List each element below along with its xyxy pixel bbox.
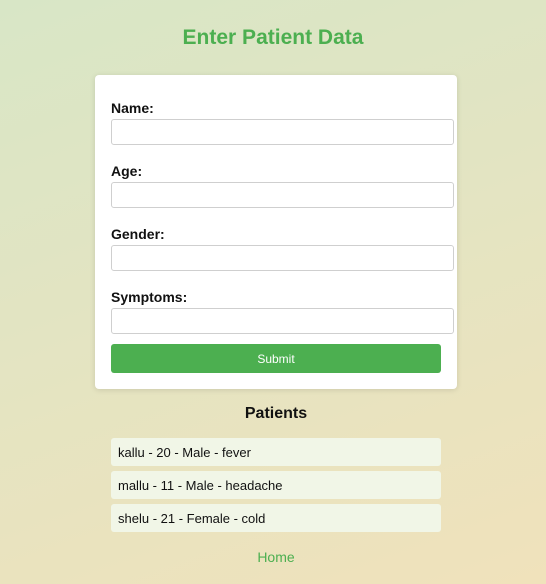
patient-list: kallu - 20 - Male - fever mallu - 11 - M… [111,438,441,537]
name-input[interactable] [111,119,454,145]
home-link[interactable]: Home [0,549,546,565]
patient-list-item: kallu - 20 - Male - fever [111,438,441,466]
page-title: Enter Patient Data [182,26,364,49]
symptoms-label: Symptoms: [111,289,188,305]
patient-list-item: shelu - 21 - Female - cold [111,504,441,532]
name-label: Name: [111,100,154,116]
patients-heading: Patients [244,405,308,422]
gender-label: Gender: [111,226,165,242]
age-input[interactable] [111,182,454,208]
gender-input[interactable] [111,245,454,271]
submit-button[interactable]: Submit [111,344,441,373]
symptoms-input[interactable] [111,308,454,334]
age-label: Age: [111,163,143,179]
patient-list-item: mallu - 11 - Male - headache [111,471,441,499]
patient-form: Name: Age: Gender: Symptoms: Submit [95,75,457,389]
